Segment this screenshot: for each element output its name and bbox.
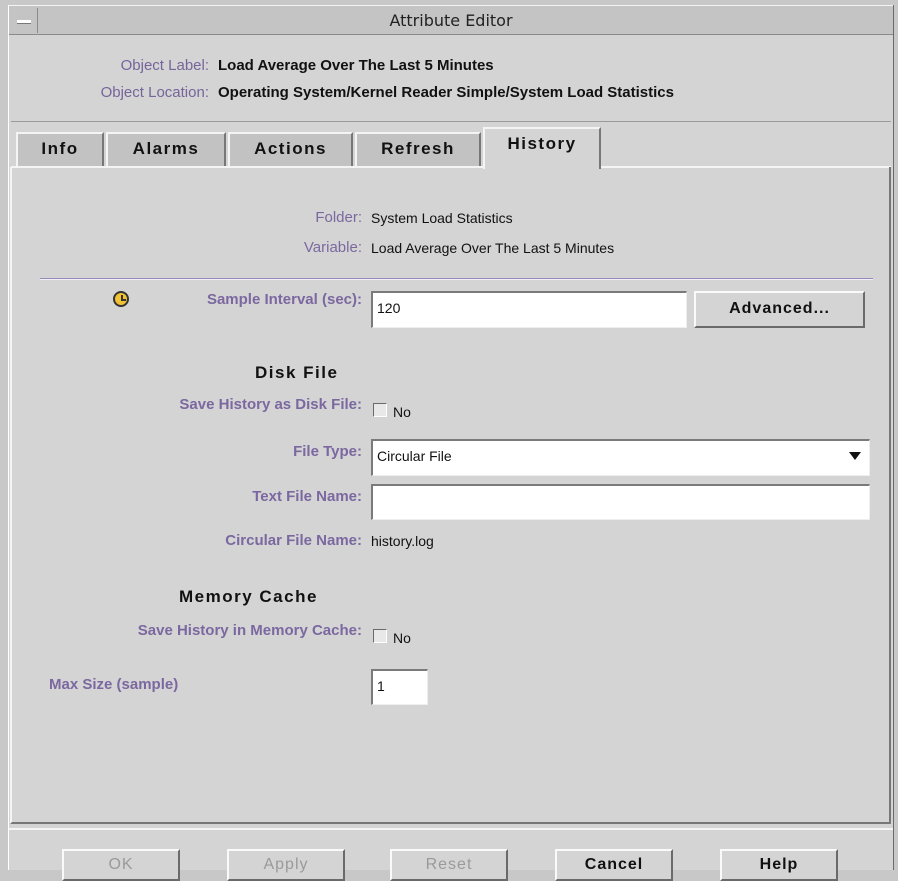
help-button[interactable]: Help	[720, 849, 838, 881]
file-type-value: Circular File	[377, 448, 452, 464]
circular-file-label: Circular File Name:	[225, 532, 362, 549]
save-memory-label: Save History in Memory Cache:	[137, 622, 362, 639]
object-label-value: Load Average Over The Last 5 Minutes	[218, 57, 494, 74]
title-bar[interactable]: Attribute Editor	[9, 5, 893, 35]
cancel-button[interactable]: Cancel	[555, 849, 673, 881]
button-bar: OK Apply Reset Cancel Help	[9, 828, 893, 881]
file-type-label: File Type:	[293, 443, 362, 460]
text-file-label: Text File Name:	[252, 488, 362, 505]
history-panel: Folder: System Load Statistics Variable:…	[10, 167, 891, 824]
save-memory-value: No	[393, 630, 411, 646]
variable-label: Variable:	[303, 239, 362, 256]
folder-value: System Load Statistics	[371, 210, 513, 226]
tab-refresh[interactable]: Refresh	[355, 132, 481, 166]
folder-label: Folder:	[315, 209, 362, 226]
object-label-row: Object Label: Load Average Over The Last…	[9, 57, 889, 77]
file-type-select[interactable]: Circular File	[371, 439, 870, 476]
memory-cache-heading: Memory Cache	[179, 587, 318, 606]
reset-button[interactable]: Reset	[390, 849, 508, 881]
tab-info[interactable]: Info	[16, 132, 104, 166]
tab-history[interactable]: History	[483, 127, 601, 169]
object-location-key: Object Location:	[100, 84, 209, 101]
advanced-button[interactable]: Advanced...	[694, 291, 865, 328]
object-location-row: Object Location: Operating System/Kernel…	[9, 84, 889, 104]
max-size-input[interactable]: 1	[371, 669, 428, 705]
sample-interval-input[interactable]: 120	[371, 291, 687, 328]
save-memory-checkbox[interactable]	[373, 629, 387, 643]
tab-alarms[interactable]: Alarms	[106, 132, 226, 166]
save-disk-value: No	[393, 404, 411, 420]
save-disk-checkbox[interactable]	[373, 403, 387, 417]
save-disk-label: Save History as Disk File:	[179, 396, 362, 413]
tab-bar: Info Alarms Actions Refresh History	[11, 121, 891, 172]
window-title: Attribute Editor	[389, 11, 513, 30]
text-file-input[interactable]	[371, 484, 870, 520]
tab-actions[interactable]: Actions	[228, 132, 353, 166]
variable-value: Load Average Over The Last 5 Minutes	[371, 240, 615, 256]
ok-button[interactable]: OK	[62, 849, 180, 881]
object-location-value: Operating System/Kernel Reader Simple/Sy…	[218, 84, 674, 101]
attribute-editor-window: Attribute Editor Object Label: Load Aver…	[8, 5, 894, 881]
chevron-down-icon[interactable]	[849, 452, 861, 460]
max-size-label: Max Size (sample)	[49, 676, 179, 693]
apply-button[interactable]: Apply	[227, 849, 345, 881]
sample-interval-label: Sample Interval (sec):	[206, 291, 362, 308]
circular-file-value: history.log	[371, 533, 434, 549]
disk-file-heading: Disk File	[255, 363, 339, 382]
object-label-key: Object Label:	[120, 57, 209, 74]
section-divider	[40, 278, 873, 280]
